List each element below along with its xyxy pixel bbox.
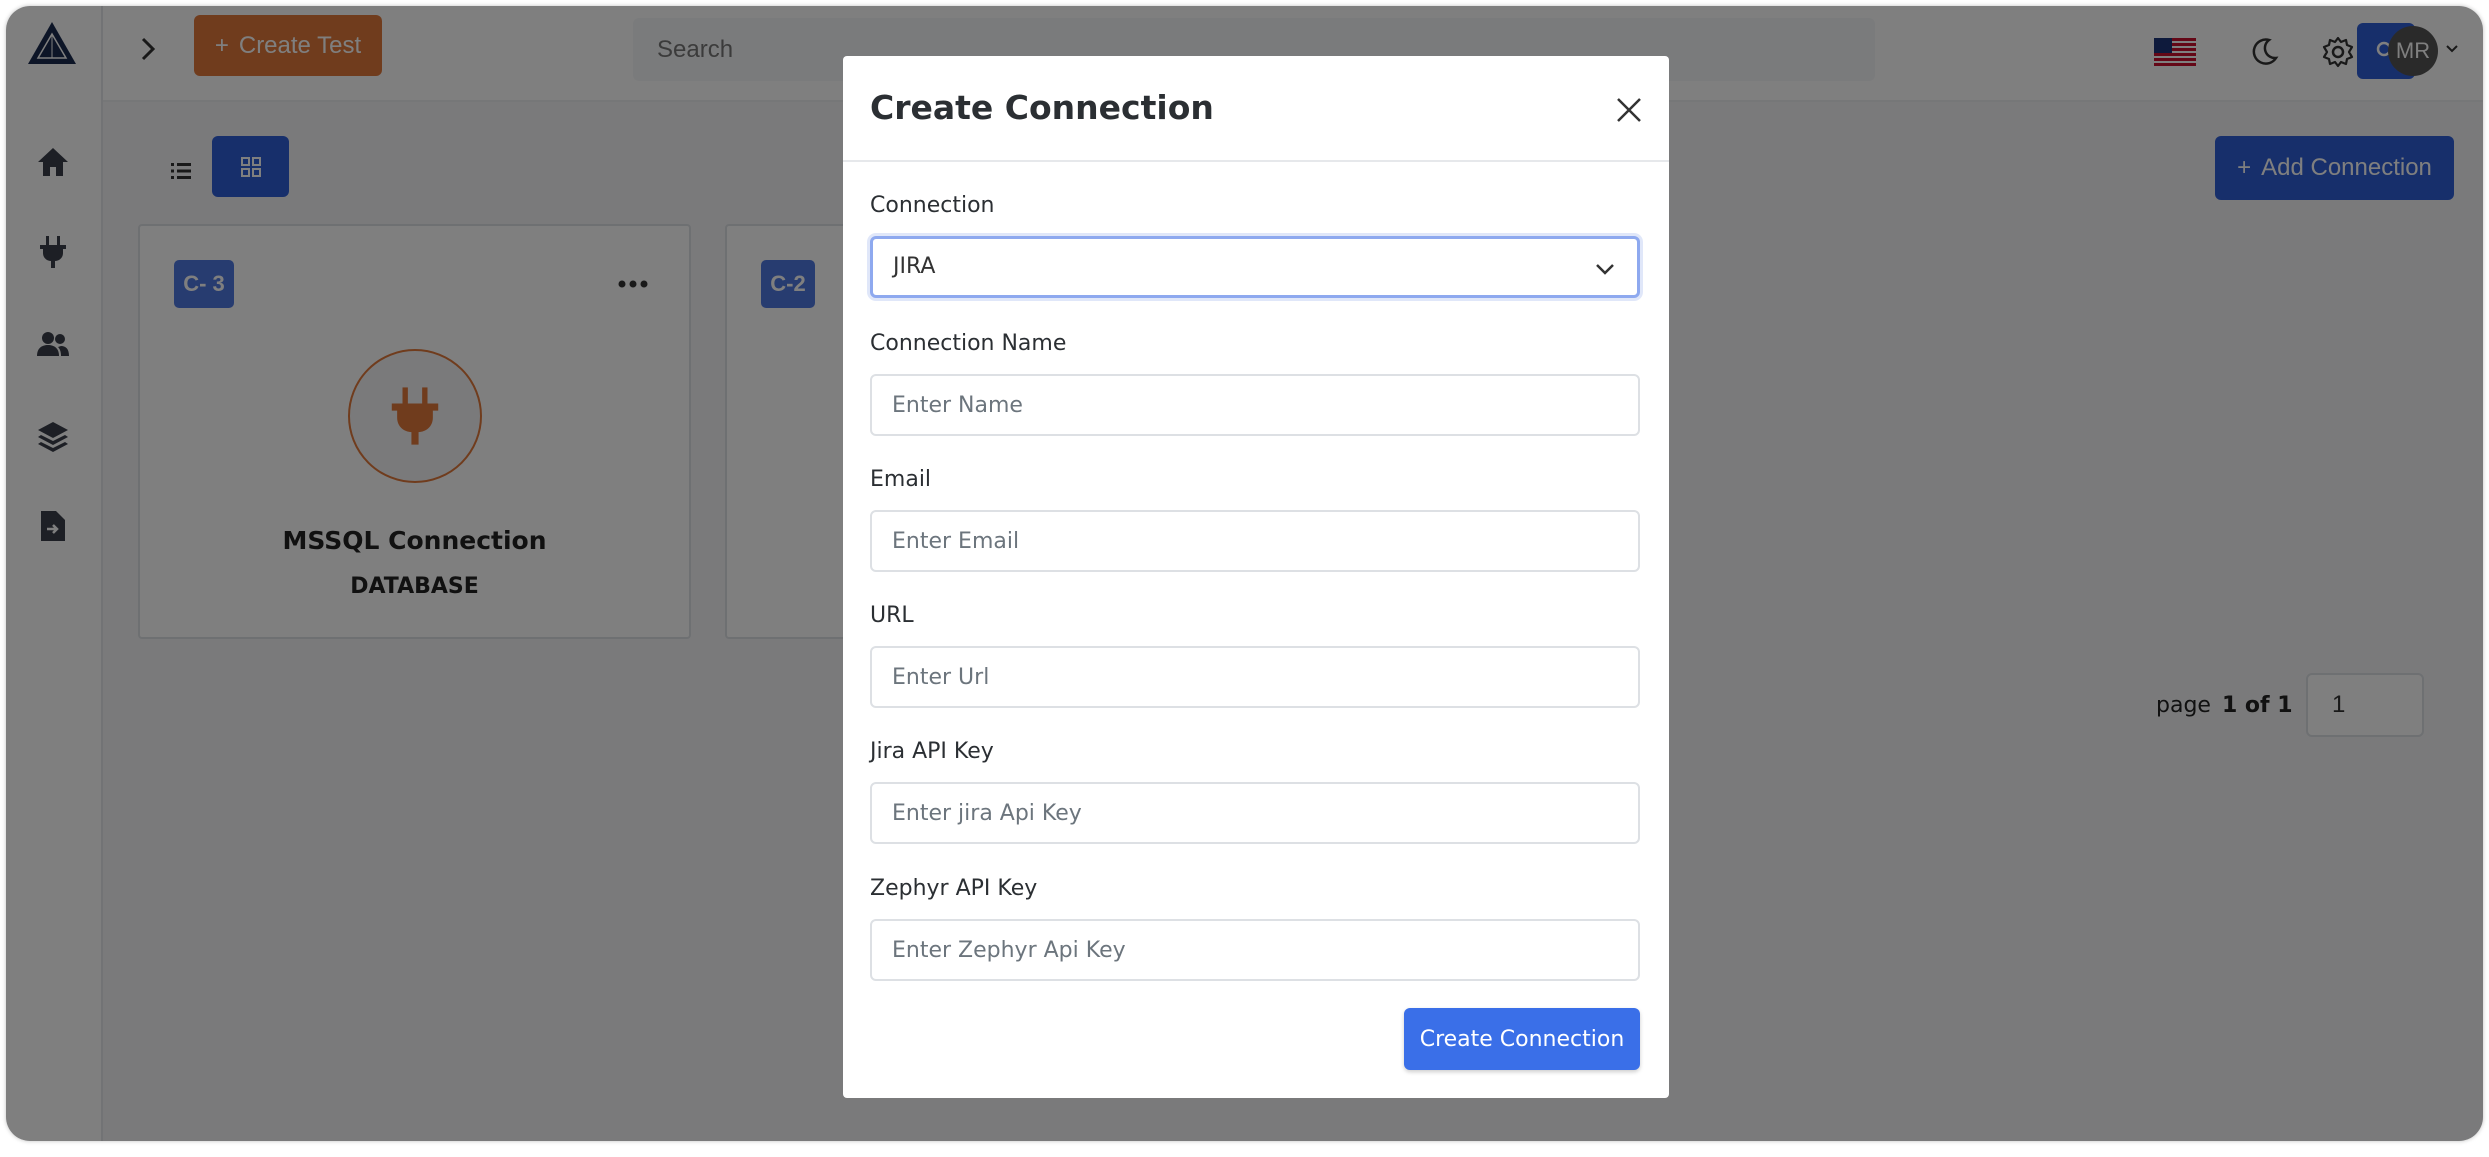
connection-name-input[interactable] [870, 374, 1640, 436]
url-label: URL [870, 603, 914, 628]
jira-api-key-label: Jira API Key [870, 739, 994, 764]
connection-select-value: JIRA [893, 254, 936, 279]
modal-title: Create Connection [870, 88, 1214, 127]
modal-header: Create Connection [843, 56, 1669, 162]
zephyr-api-key-input[interactable] [870, 919, 1640, 981]
email-input[interactable] [870, 510, 1640, 572]
chevron-down-icon [1596, 264, 1614, 275]
jira-api-key-input[interactable] [870, 782, 1640, 844]
email-label: Email [870, 467, 932, 492]
zephyr-api-key-label: Zephyr API Key [870, 876, 1038, 901]
create-connection-button[interactable]: Create Connection [1404, 1008, 1640, 1070]
close-icon [1617, 98, 1641, 122]
connection-label: Connection [870, 193, 995, 218]
close-button[interactable] [1610, 91, 1648, 129]
app-window: + Create Test MR + [6, 6, 2483, 1141]
url-input[interactable] [870, 646, 1640, 708]
connection-name-label: Connection Name [870, 331, 1067, 356]
create-connection-modal: Create Connection Connection JIRA Connec… [843, 56, 1669, 1098]
connection-select[interactable]: JIRA [870, 236, 1640, 298]
